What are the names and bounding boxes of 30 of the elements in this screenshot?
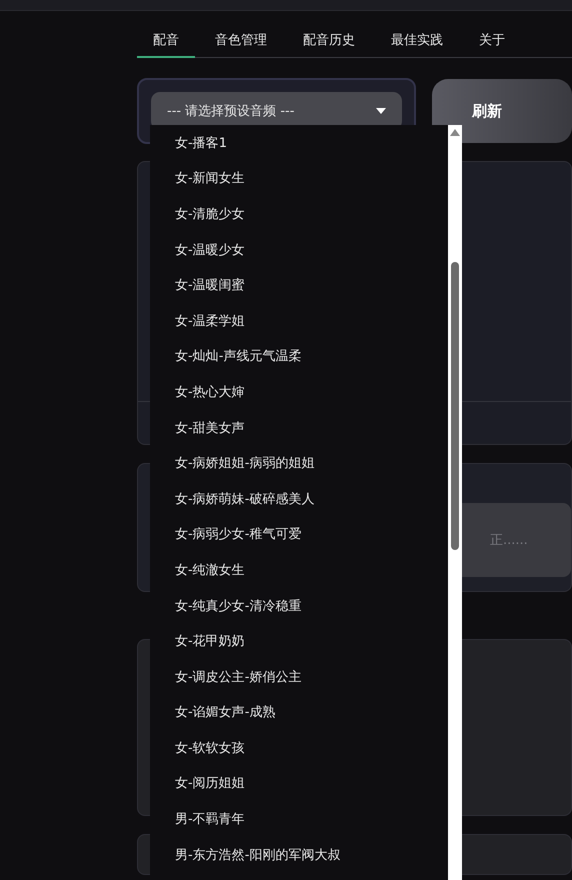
dropdown-option[interactable]: 女-纯真少女-清冷稳重: [150, 588, 448, 624]
dropdown-option[interactable]: 女-热心大婶: [150, 374, 448, 410]
dropdown-option[interactable]: 女-新闻女生: [150, 160, 448, 196]
scroll-up-icon[interactable]: [450, 129, 460, 136]
dropdown-option[interactable]: 女-病娇姐姐-病弱的姐姐: [150, 445, 448, 481]
caret-icon: [376, 108, 386, 114]
refresh-button[interactable]: 刷新: [432, 79, 572, 143]
scrollbar[interactable]: [448, 125, 462, 880]
dropdown-option[interactable]: 女-阅历姐姐: [150, 766, 448, 802]
dropdown-option[interactable]: 女-病娇萌妹-破碎感美人: [150, 480, 448, 517]
tab[interactable]: 音色管理: [199, 25, 283, 58]
dropdown-option[interactable]: 女-纯澈女生: [150, 552, 448, 588]
dropdown-option[interactable]: 女-灿灿-声线元气温柔: [150, 338, 448, 374]
tab[interactable]: 配音: [137, 25, 195, 58]
tab[interactable]: 配音历史: [287, 25, 371, 58]
dropdown-option[interactable]: 女-谄媚女声-成熟: [150, 694, 448, 730]
tab[interactable]: 最佳实践: [375, 25, 459, 58]
dropdown-option[interactable]: 女-温暖少女: [150, 232, 448, 268]
dropdown-option[interactable]: 女-花甲奶奶: [150, 623, 448, 659]
dropdown-option[interactable]: 女-软软女孩: [150, 730, 448, 766]
scrollbar-thumb[interactable]: [451, 262, 459, 550]
dropdown-option[interactable]: 女-温暖闺蜜: [150, 267, 448, 303]
tab[interactable]: 关于: [463, 25, 521, 58]
dropdown-option[interactable]: 女-病弱少女-稚气可爱: [150, 516, 448, 552]
dropdown-option[interactable]: 女-甜美女声: [150, 410, 448, 446]
dropdown-option[interactable]: 女-清脆少女: [150, 196, 448, 232]
dropdown-option[interactable]: 男-东方浩然-阳刚的军阀大叔: [150, 836, 448, 872]
dropdown-option[interactable]: 男-不羁青年: [150, 801, 448, 837]
dropdown-option[interactable]: 女-温柔学姐: [150, 302, 448, 339]
dropdown-option[interactable]: 女-调皮公主-娇俏公主: [150, 658, 448, 694]
